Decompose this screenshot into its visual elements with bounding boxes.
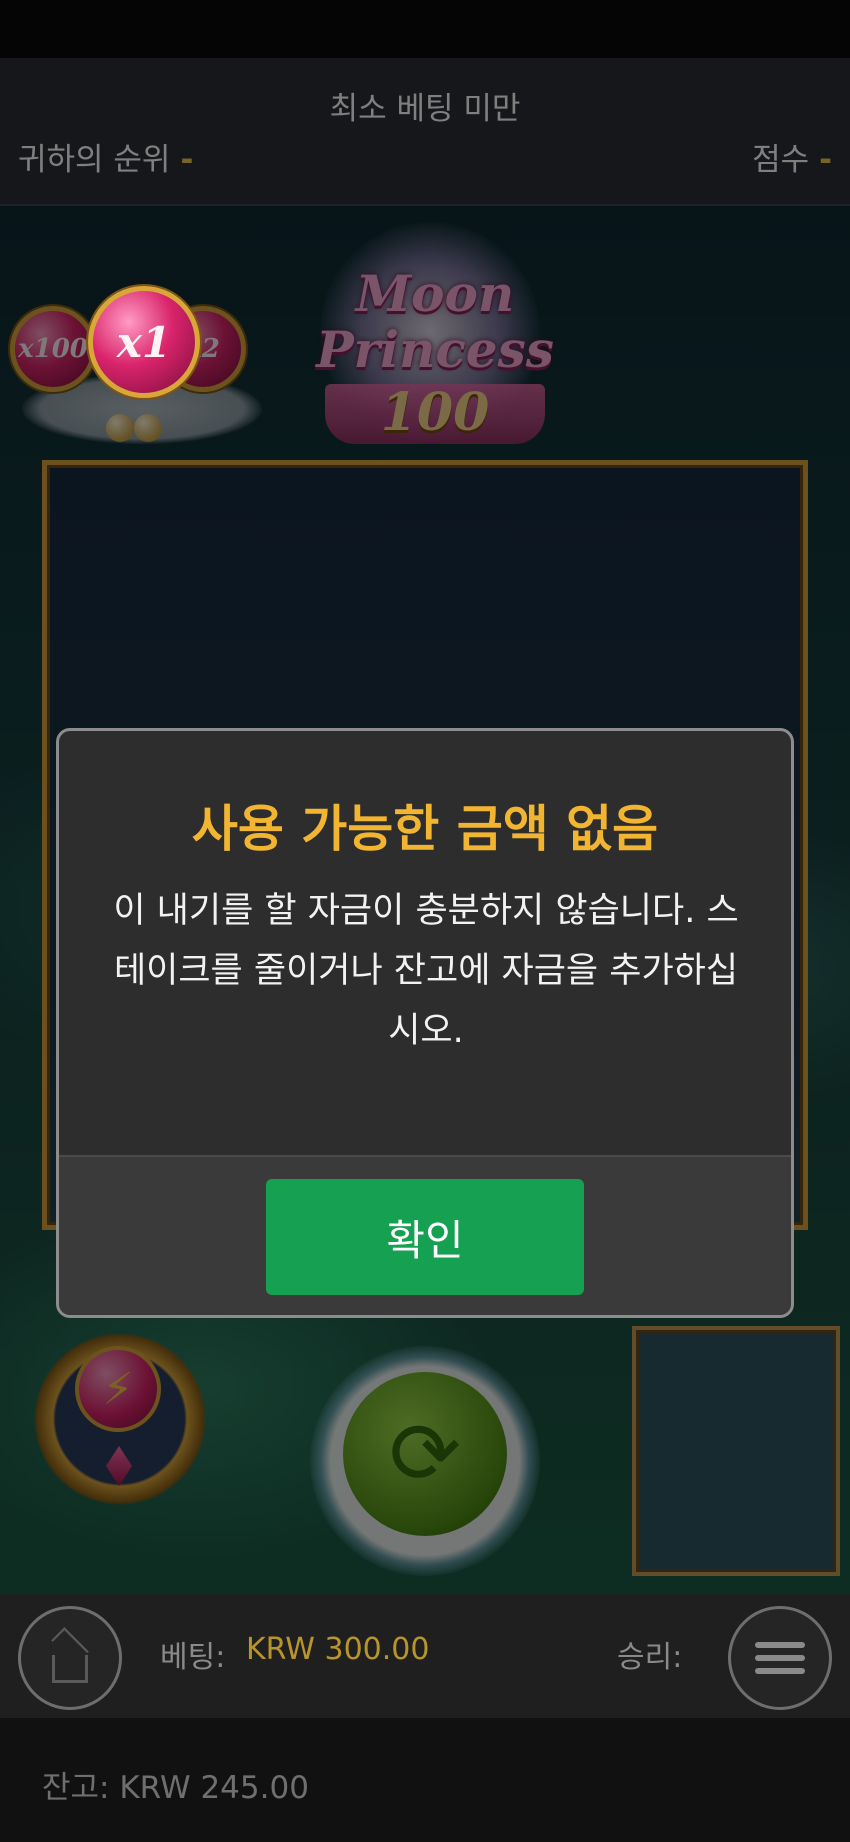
home-icon: [43, 1627, 97, 1685]
win-label: 승리:: [617, 1640, 683, 1675]
home-button[interactable]: [18, 1606, 122, 1710]
dialog-message: 이 내기를 할 자금이 충분하지 않습니다. 스테이크를 줄이거나 잔고에 자금…: [113, 891, 739, 1051]
bet-amount: KRW 300.00: [246, 1632, 430, 1667]
dialog-title: 사용 가능한 금액 없음: [191, 800, 659, 858]
bet-label: 베팅:: [160, 1640, 226, 1675]
insufficient-funds-dialog: 사용 가능한 금액 없음 이 내기를 할 자금이 충분하지 않습니다. 스테이크…: [56, 728, 794, 1318]
confirm-button[interactable]: 확인: [266, 1179, 584, 1295]
hamburger-menu-icon: [755, 1635, 805, 1681]
multiplier-orb-x1: x1: [88, 286, 200, 398]
balance-display: 잔고: KRW 245.00: [42, 1770, 309, 1806]
status-bar: [0, 0, 850, 58]
menu-button[interactable]: [728, 1606, 832, 1710]
balance-bar: 잔고: KRW 245.00: [0, 1718, 850, 1842]
bottom-control-bar: 베팅: KRW 300.00 승리:: [0, 1594, 850, 1718]
dialog-footer: 확인: [59, 1155, 791, 1315]
